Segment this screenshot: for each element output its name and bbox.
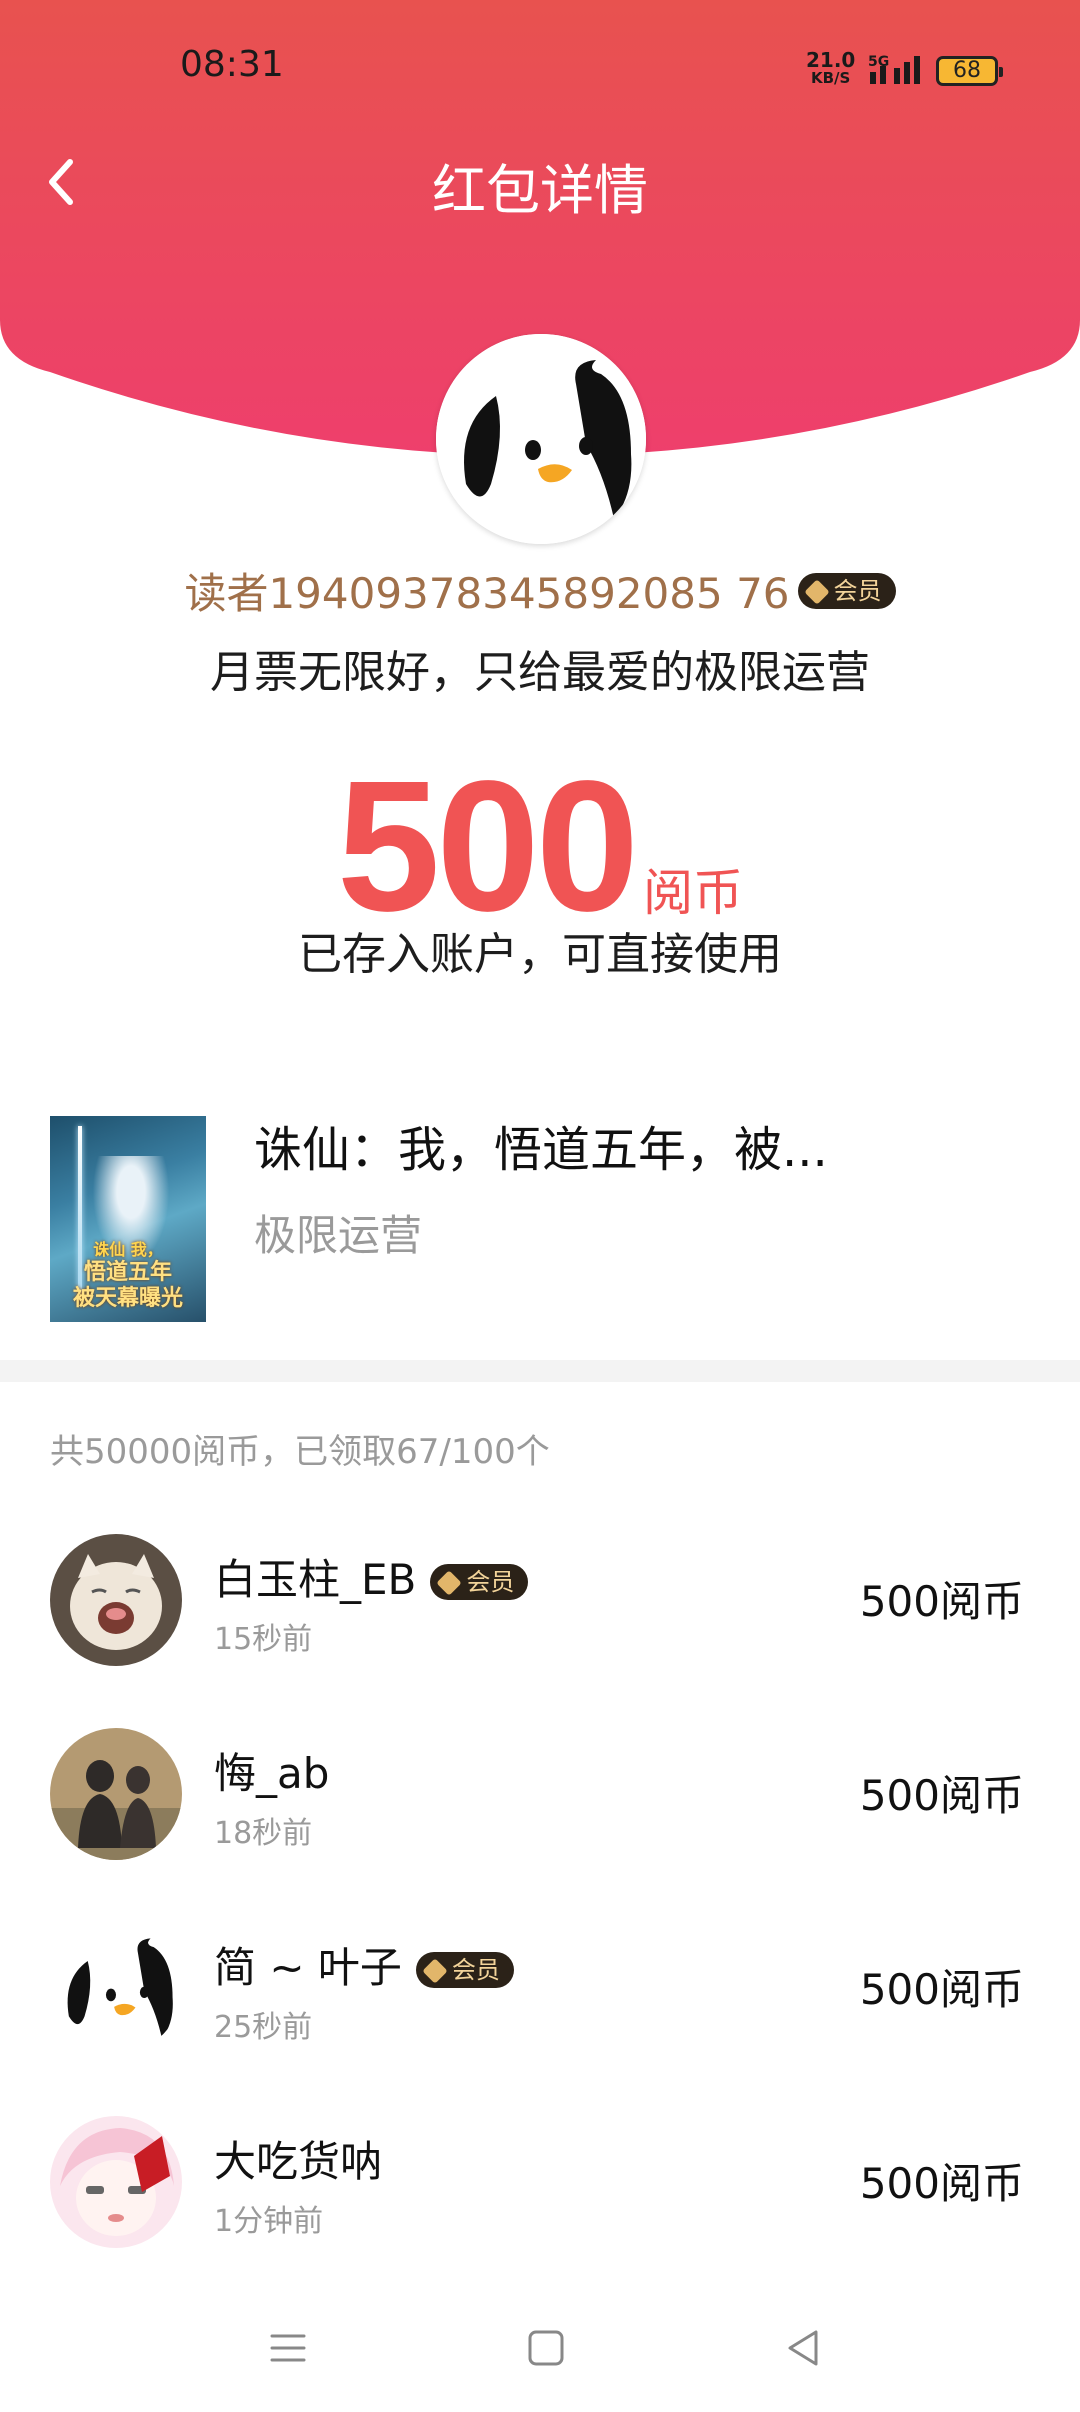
book-title[interactable]: 诛仙：我，悟道五年，被... — [254, 1110, 828, 1180]
menu-icon[interactable] — [258, 2318, 318, 2378]
cat-avatar — [50, 1534, 182, 1666]
receiver-name: 悔_ab — [214, 1749, 330, 1798]
vip-badge: 会员 — [415, 1952, 514, 1988]
sender-avatar[interactable] — [436, 334, 646, 544]
vip-badge: 会员 — [430, 1564, 529, 1600]
list-item[interactable]: 悔_ab 18秒前 500阅币 — [0, 1714, 1080, 1884]
receiver-name: 简 ~ 叶子 会员 — [214, 1934, 514, 1995]
vip-badge: 会员 — [797, 572, 896, 609]
receiver-coins: 500阅币 — [859, 2159, 1024, 2208]
battery-icon: 68 — [936, 56, 1003, 86]
cover-title-text: 诛仙 我， 悟道五年 被天幕曝光 — [72, 1240, 183, 1311]
status-time: 08:31 — [180, 44, 284, 85]
list-item[interactable]: 白玉柱_EB 会员 15秒前 500阅币 — [0, 1520, 1080, 1690]
penguin-avatar-icon — [436, 334, 646, 544]
receiver-time: 1分钟前 — [214, 2204, 324, 2239]
vip-gem-icon — [436, 1570, 463, 1596]
receiver-time: 25秒前 — [214, 2010, 313, 2045]
receiver-coins: 500阅币 — [859, 1771, 1024, 1820]
sender-name: 读者19409378345892085 76 — [184, 569, 790, 618]
anime-avatar — [50, 2116, 182, 2248]
vip-gem-icon — [422, 1958, 448, 1984]
penguin-avatar — [50, 1922, 182, 2054]
page-title: 红包详情 — [432, 159, 648, 222]
svg-text:5G: 5G — [868, 54, 889, 70]
back-triangle-icon[interactable] — [774, 2318, 834, 2378]
vip-gem-icon — [803, 578, 830, 605]
reward-unit: 阅币 — [643, 864, 744, 922]
claim-summary: 共50000阅币，已领取67/100个 — [50, 1432, 550, 1472]
receiver-name: 大吃货呐 — [214, 2137, 383, 2186]
book-cover[interactable]: 诛仙 我， 悟道五年 被天幕曝光 — [50, 1116, 206, 1322]
list-item[interactable]: 大吃货呐 1分钟前 500阅币 — [0, 2102, 1080, 2272]
network-speed: 21.0 KB/S — [806, 48, 856, 87]
sender-message: 月票无限好，只给最爱的极限运营 — [210, 647, 870, 698]
sender-info: 读者19409378345892085 76 会员 — [0, 560, 1080, 621]
home-square-icon[interactable] — [516, 2318, 576, 2378]
receiver-coins: 500阅币 — [859, 1965, 1024, 2014]
section-divider — [0, 1360, 1080, 1382]
list-item[interactable]: 简 ~ 叶子 会员 25秒前 500阅币 — [0, 1908, 1080, 2078]
receiver-name: 白玉柱_EB 会员 — [214, 1546, 529, 1607]
system-nav-bar — [0, 2290, 1080, 2412]
signal-5g-icon: 5G — [868, 54, 920, 84]
receiver-time: 15秒前 — [214, 1622, 313, 1657]
status-bar: 08:31 21.0 KB/S 5G 68 — [0, 0, 1080, 140]
book-author: 极限运营 — [254, 1211, 423, 1260]
stored-note: 已存入账户，可直接使用 — [298, 929, 782, 980]
receiver-coins: 500阅币 — [859, 1577, 1024, 1626]
silhouette-avatar — [50, 1728, 182, 1860]
receiver-time: 18秒前 — [214, 1816, 313, 1851]
